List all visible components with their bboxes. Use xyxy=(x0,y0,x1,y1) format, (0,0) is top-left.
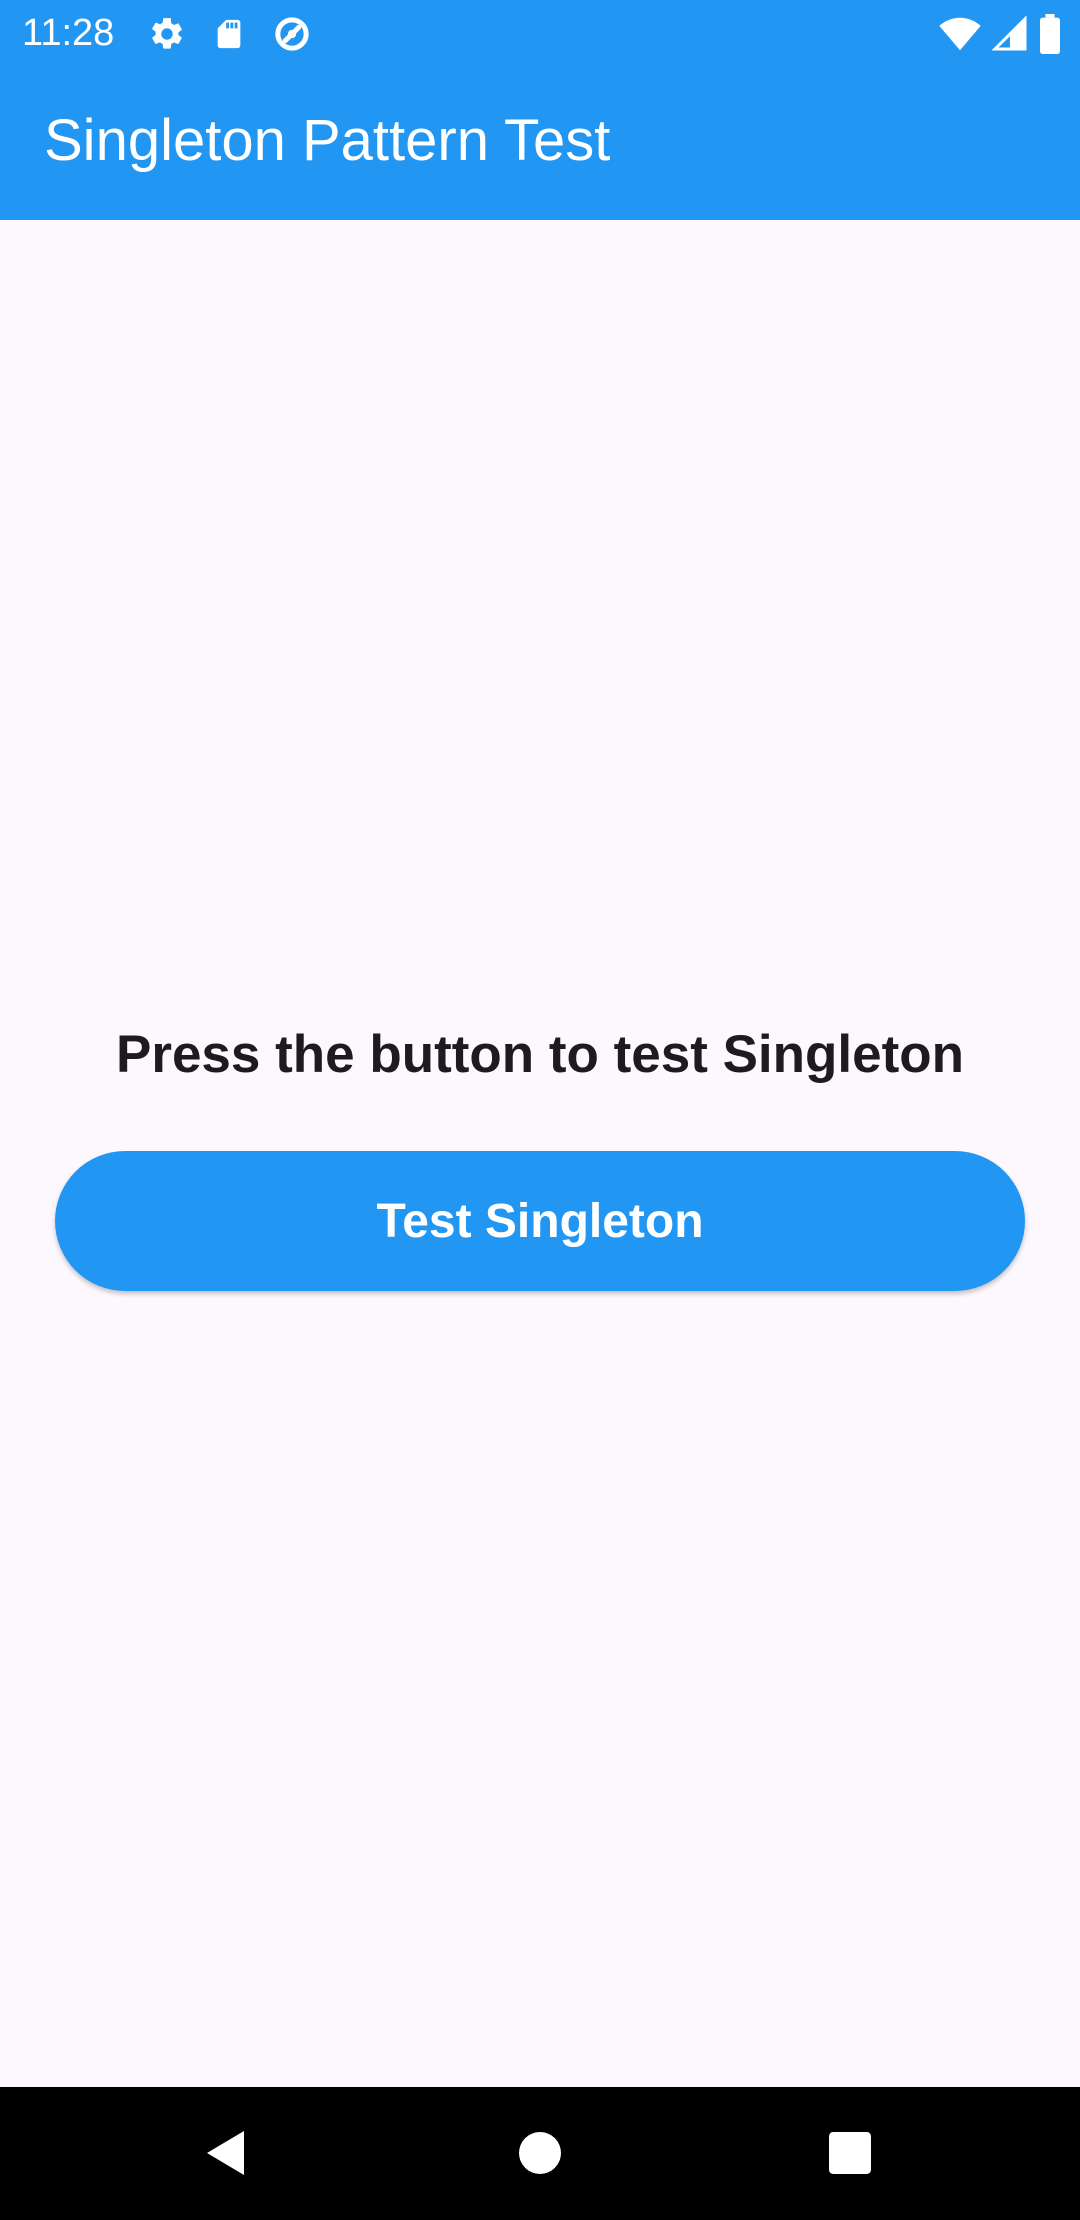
sd-card-icon xyxy=(212,16,246,52)
back-button[interactable] xyxy=(186,2117,266,2189)
app-title: Singleton Pattern Test xyxy=(44,108,611,173)
status-icons-right xyxy=(938,14,1062,54)
navigation-bar xyxy=(0,2087,1080,2220)
battery-icon xyxy=(1038,14,1062,54)
home-button[interactable] xyxy=(500,2117,580,2189)
main-content: Press the button to test Singleton Test … xyxy=(0,220,1080,2087)
data-saver-icon xyxy=(272,14,312,54)
status-icons-left xyxy=(148,14,312,54)
recents-icon xyxy=(829,2132,871,2174)
back-icon xyxy=(204,2129,248,2177)
recents-button[interactable] xyxy=(810,2117,890,2189)
status-bar: 11:28 xyxy=(0,0,1080,66)
cell-signal-icon xyxy=(992,16,1028,52)
screen: 11:28 Singleton Pattern Test Press the b… xyxy=(0,0,1080,2220)
wifi-icon xyxy=(938,16,982,52)
home-icon xyxy=(519,2132,561,2174)
prompt-text: Press the button to test Singleton xyxy=(115,1025,965,1084)
test-singleton-button[interactable]: Test Singleton xyxy=(55,1151,1025,1291)
settings-icon xyxy=(148,15,186,53)
app-bar: Singleton Pattern Test xyxy=(0,66,1080,220)
status-time: 11:28 xyxy=(22,12,115,54)
